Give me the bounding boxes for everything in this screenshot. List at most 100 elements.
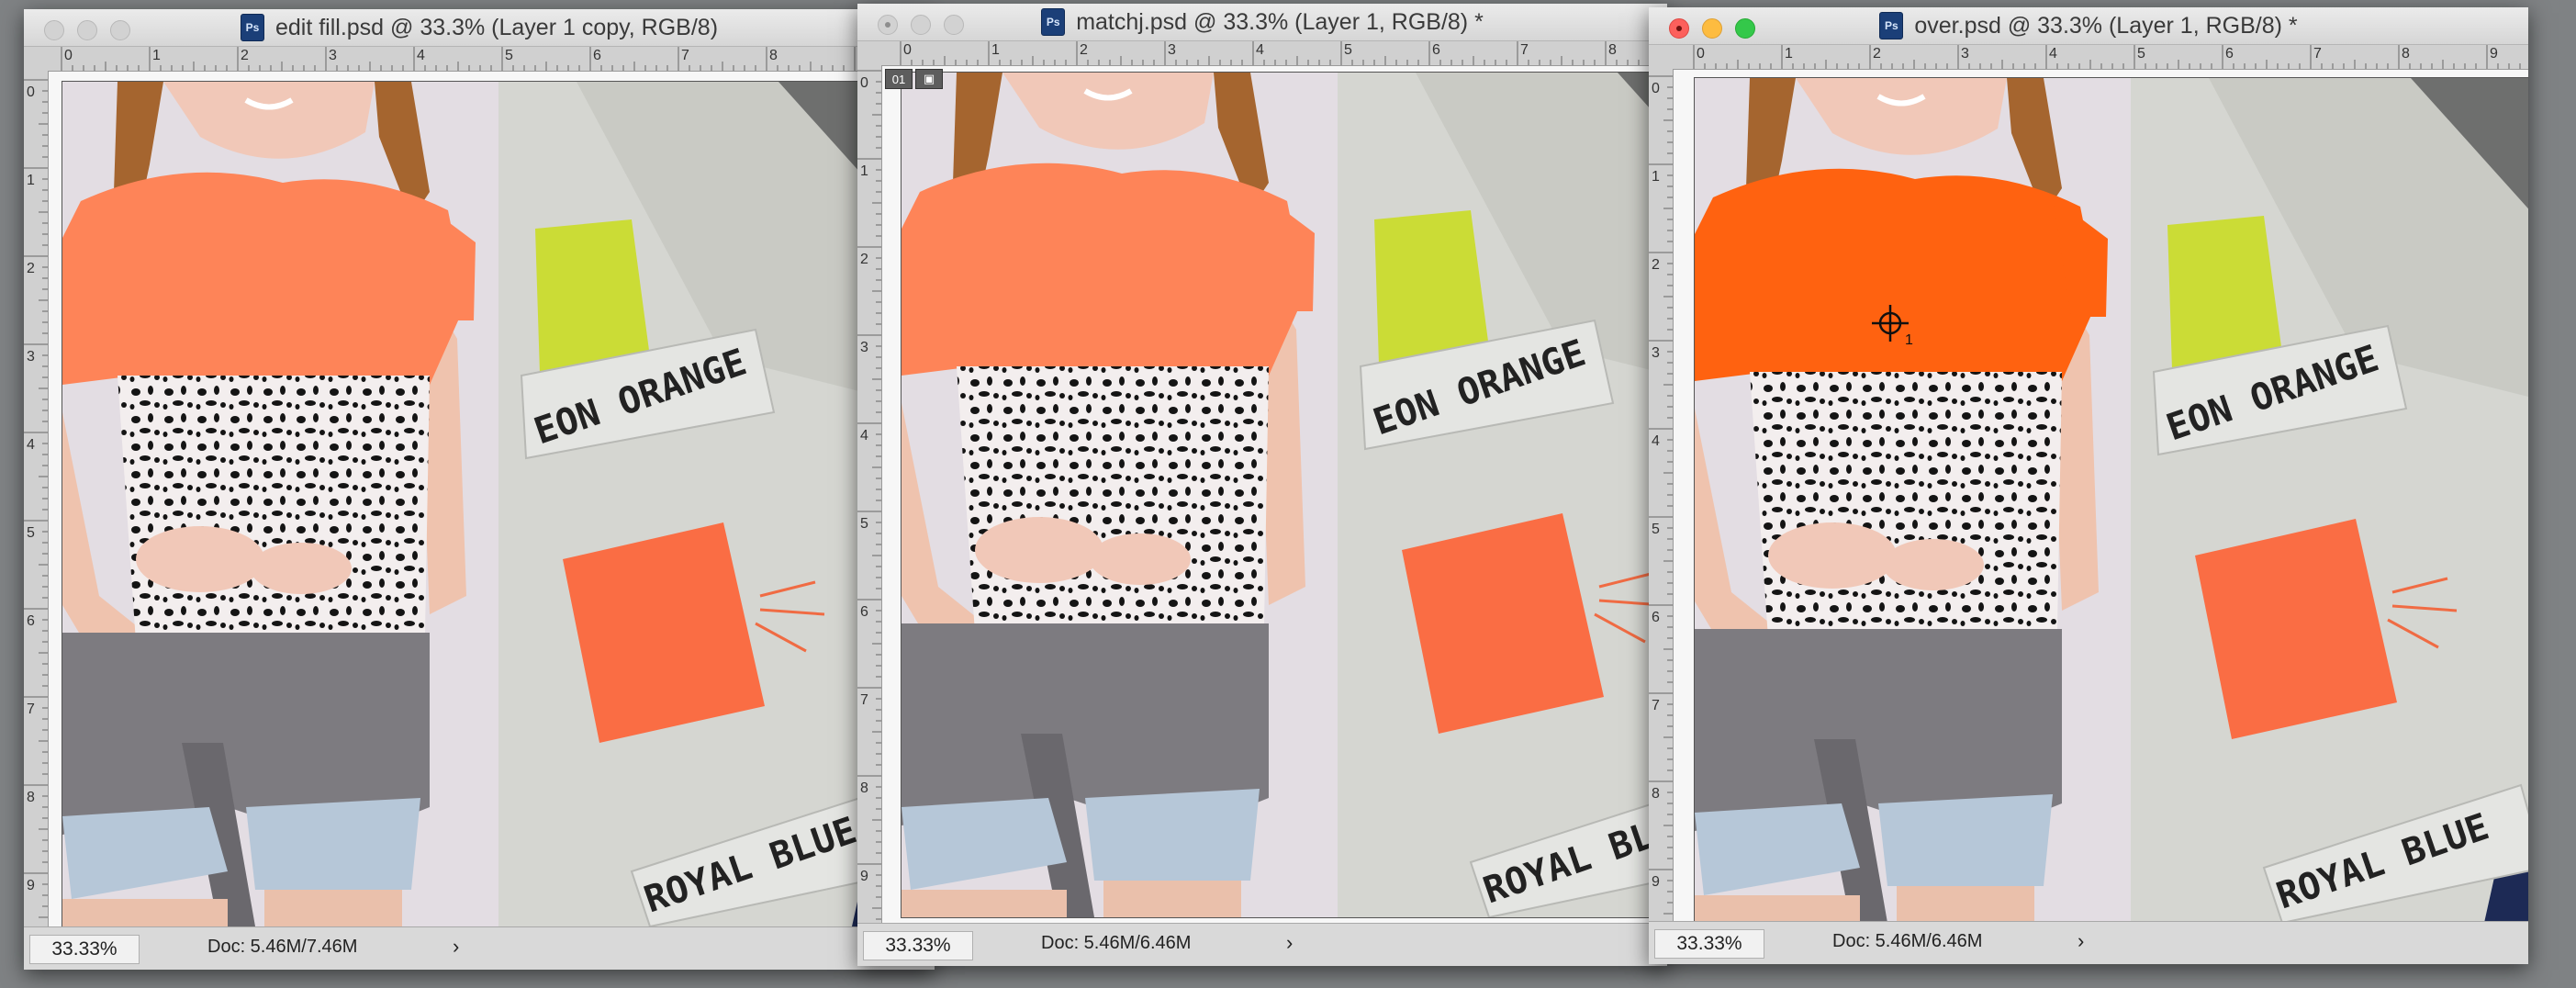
- status-bar: 33.33% Doc: 5.46M/7.46M ›: [24, 926, 935, 970]
- ruler-tick-label: 7: [860, 692, 868, 708]
- status-menu-arrow-icon[interactable]: ›: [453, 935, 459, 959]
- title-bar[interactable]: Ps over.psd @ 33.3% (Layer 1, RGB/8) *: [1649, 7, 2528, 45]
- title-bar[interactable]: Ps matchj.psd @ 33.3% (Layer 1, RGB/8) *: [857, 4, 1667, 41]
- document-window-over[interactable]: Ps over.psd @ 33.3% (Layer 1, RGB/8) * 0…: [1649, 7, 2528, 964]
- ruler-tick-label: 4: [27, 437, 35, 453]
- product-photo: EON ORANGE ROYAL BLUE: [1694, 77, 2528, 922]
- zoom-level-field[interactable]: 33.33%: [863, 931, 973, 960]
- ruler-tick-label: 7: [1652, 698, 1660, 713]
- ruler-tick-label: 9: [1652, 874, 1660, 890]
- sampler-index-label: 1: [1905, 332, 1913, 348]
- ruler-tick-label: 7: [681, 48, 689, 63]
- ruler-tick-label: 4: [860, 428, 868, 443]
- ruler-tick-label: 8: [769, 48, 778, 63]
- layer-number-badge: 01: [885, 69, 913, 89]
- ruler-tick-label: 7: [1520, 42, 1529, 58]
- document-canvas[interactable]: EON ORANGE ROYAL BLUE: [49, 72, 935, 927]
- ruler-tick-label: 3: [329, 48, 337, 63]
- ruler-tick-label: 9: [860, 869, 868, 884]
- ruler-tick-label: 4: [1256, 42, 1264, 58]
- photoshop-file-icon: Ps: [240, 14, 264, 41]
- zoom-level-field[interactable]: 33.33%: [29, 935, 140, 964]
- ruler-tick-label: 8: [1652, 786, 1660, 802]
- ruler-tick-label: 5: [1344, 42, 1352, 58]
- status-bar: 33.33% Doc: 5.46M/6.46M ›: [857, 923, 1667, 966]
- window-title: Ps edit fill.psd @ 33.3% (Layer 1 copy, …: [24, 9, 935, 46]
- ruler-tick-label: 3: [1652, 345, 1660, 361]
- ruler-tick-label: 5: [505, 48, 513, 63]
- ruler-tick-label: 5: [27, 525, 35, 541]
- ruler-tick-label: 3: [860, 340, 868, 355]
- image-icon: ▣: [915, 69, 943, 89]
- ruler-tick-label: 3: [1168, 42, 1176, 58]
- ruler-tick-label: 7: [27, 702, 35, 717]
- ruler-tick-label: 6: [1432, 42, 1440, 58]
- photoshop-file-icon: Ps: [1041, 8, 1066, 36]
- ruler-tick-label: 2: [1080, 42, 1088, 58]
- ruler-tick-label: 1: [1785, 46, 1793, 62]
- product-photo: EON ORANGE ROYAL BL: [901, 72, 1667, 918]
- ruler-tick-label: 8: [860, 780, 868, 796]
- ruler-tick-label: 1: [860, 163, 868, 179]
- ruler-tick-label: 1: [27, 173, 35, 188]
- ruler-tick-label: 1: [1652, 169, 1660, 185]
- horizontal-ruler[interactable]: 0 1 2 3 4 5 6 7 8: [857, 41, 1667, 66]
- product-photo: EON ORANGE ROYAL BLUE: [62, 81, 935, 927]
- ruler-tick-label: 6: [27, 613, 35, 629]
- ruler-tick-label: 6: [2225, 46, 2234, 62]
- photoshop-file-icon: Ps: [1879, 12, 1904, 39]
- document-canvas[interactable]: EON ORANGE ROYAL BLUE 1: [1674, 70, 2528, 922]
- document-window-matchj[interactable]: Ps matchj.psd @ 33.3% (Layer 1, RGB/8) *…: [857, 4, 1667, 966]
- ruler-tick-label: 0: [27, 84, 35, 100]
- window-title: Ps over.psd @ 33.3% (Layer 1, RGB/8) *: [1649, 7, 2528, 44]
- vertical-ruler[interactable]: 0 1 2 3 4 5 6 7 8 9: [1649, 69, 1674, 922]
- ruler-tick-label: 6: [1652, 610, 1660, 625]
- ruler-tick-label: 3: [1961, 46, 1969, 62]
- ruler-tick-label: 4: [417, 48, 425, 63]
- zoom-level-field[interactable]: 33.33%: [1654, 929, 1764, 959]
- vertical-ruler[interactable]: 0 1 2 3 4 5 6 7 8 9: [857, 65, 882, 924]
- horizontal-ruler[interactable]: 0123456789: [24, 47, 935, 72]
- ruler-tick-label: 0: [1652, 81, 1660, 96]
- doc-size-info: Doc: 5.46M/6.46M: [1041, 933, 1192, 953]
- ruler-tick-label: 5: [2137, 46, 2145, 62]
- horizontal-ruler[interactable]: 0 1 2 3 4 5 6 7 8 9: [1649, 45, 2528, 70]
- ruler-tick-label: 9: [2490, 46, 2498, 62]
- doc-size-info: Doc: 5.46M/7.46M: [207, 937, 358, 957]
- ruler-tick-label: 1: [991, 42, 1000, 58]
- ruler-tick-label: 7: [2313, 46, 2322, 62]
- vertical-ruler[interactable]: 0 1 2 3 4 5 6 7 8 9: [24, 71, 49, 927]
- title-bar[interactable]: Ps edit fill.psd @ 33.3% (Layer 1 copy, …: [24, 9, 935, 47]
- ruler-tick-label: 2: [241, 48, 249, 63]
- color-sampler-cursor-icon: 1: [1868, 301, 1923, 361]
- ruler-tick-label: 8: [27, 790, 35, 805]
- ruler-tick-label: 8: [2402, 46, 2410, 62]
- ruler-tick-label: 0: [1697, 46, 1705, 62]
- ruler-tick-label: 2: [27, 261, 35, 276]
- ruler-tick-label: 3: [27, 349, 35, 365]
- ruler-tick-label: 2: [860, 252, 868, 267]
- layer-chip: 01 ▣: [885, 69, 943, 89]
- window-title: Ps matchj.psd @ 33.3% (Layer 1, RGB/8) *: [857, 4, 1667, 40]
- ruler-tick-label: 2: [1652, 257, 1660, 273]
- status-menu-arrow-icon[interactable]: ›: [2078, 929, 2084, 953]
- ruler-tick-label: 4: [1652, 433, 1660, 449]
- ruler-tick-label: 6: [860, 604, 868, 620]
- window-title-text: matchj.psd @ 33.3% (Layer 1, RGB/8) *: [1076, 8, 1484, 35]
- ruler-tick-label: 0: [64, 48, 73, 63]
- ruler-tick-label: 5: [860, 516, 868, 532]
- ruler-tick-label: 1: [152, 48, 161, 63]
- status-bar: 33.33% Doc: 5.46M/6.46M ›: [1649, 921, 2528, 964]
- ruler-tick-label: 6: [593, 48, 601, 63]
- ruler-tick-label: 0: [903, 42, 912, 58]
- status-menu-arrow-icon[interactable]: ›: [1286, 931, 1293, 955]
- ruler-tick-label: 9: [27, 878, 35, 893]
- ruler-tick-label: 5: [1652, 522, 1660, 537]
- ruler-tick-label: 2: [1873, 46, 1881, 62]
- window-title-text: edit fill.psd @ 33.3% (Layer 1 copy, RGB…: [274, 14, 719, 40]
- ruler-tick-label: 0: [860, 75, 868, 91]
- document-window-edit-fill[interactable]: Ps edit fill.psd @ 33.3% (Layer 1 copy, …: [24, 9, 935, 970]
- document-canvas[interactable]: 01 ▣ EON ORANGE ROYAL BL: [882, 66, 1667, 924]
- window-title-text: over.psd @ 33.3% (Layer 1, RGB/8) *: [1914, 12, 2298, 39]
- ruler-tick-label: 4: [2049, 46, 2057, 62]
